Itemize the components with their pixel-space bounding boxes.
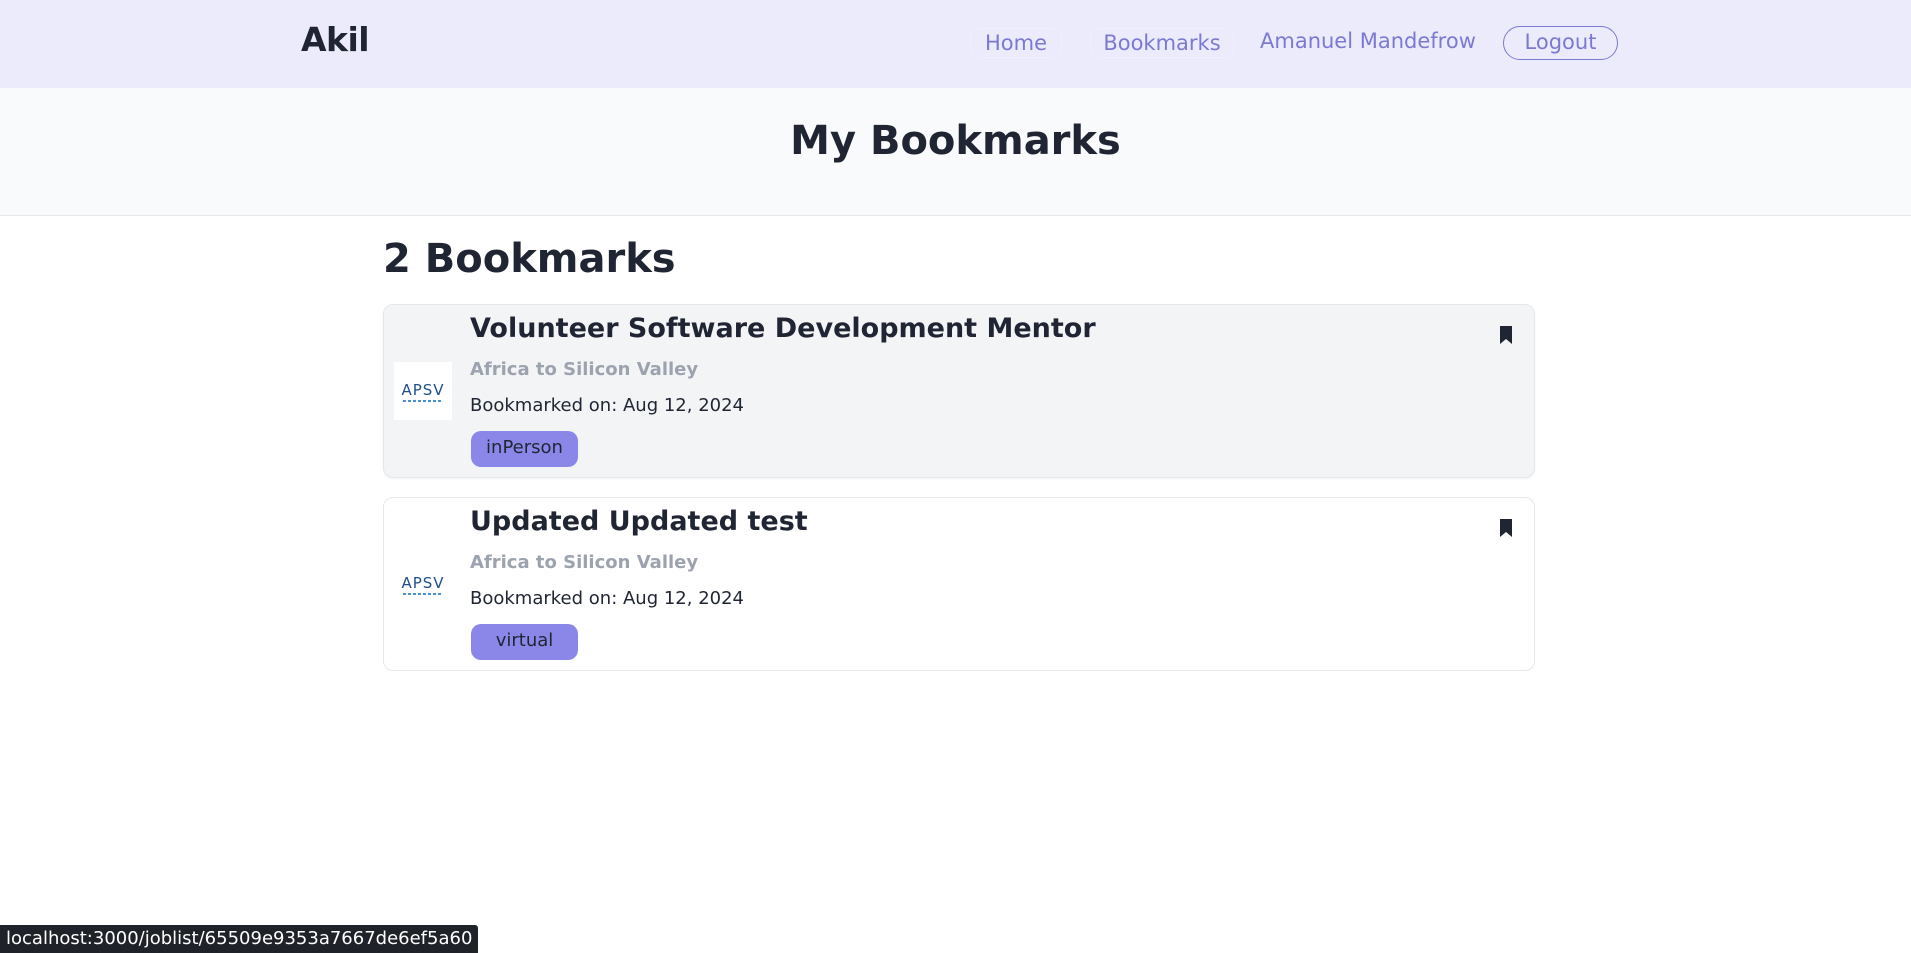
- bookmark-filled-icon[interactable]: [1496, 516, 1516, 540]
- company-logo: APSV: [394, 362, 452, 420]
- job-title[interactable]: Updated Updated test: [470, 506, 808, 537]
- company-logo-text: APSV: [401, 381, 445, 399]
- bookmark-card[interactable]: APSV Volunteer Software Development Ment…: [383, 304, 1535, 478]
- bookmark-count-heading: 2 Bookmarks: [383, 236, 676, 282]
- brand-logo[interactable]: Akil: [301, 20, 370, 59]
- job-type-tag: virtual: [471, 624, 578, 660]
- logo-underline: [403, 593, 443, 595]
- status-bar-url: localhost:3000/joblist/65509e9353a7667de…: [0, 925, 479, 953]
- company-logo-text: APSV: [401, 574, 445, 592]
- bookmark-card[interactable]: APSV Updated Updated test Africa to Sili…: [383, 497, 1535, 671]
- bookmarked-date: Bookmarked on: Aug 12, 2024: [470, 588, 744, 609]
- page-title: My Bookmarks: [790, 118, 1121, 164]
- job-type-tag: inPerson: [471, 431, 578, 467]
- company-logo: APSV: [394, 555, 452, 613]
- nav-bookmarks-link[interactable]: Bookmarks: [1090, 28, 1234, 58]
- navbar: Akil Home Bookmarks Amanuel Mandefrow Lo…: [0, 0, 1911, 88]
- job-title[interactable]: Volunteer Software Development Mentor: [470, 313, 1096, 344]
- nav-home-link[interactable]: Home: [970, 28, 1062, 58]
- logo-underline: [403, 400, 443, 402]
- page-title-band: My Bookmarks: [0, 88, 1911, 216]
- logout-button[interactable]: Logout: [1503, 26, 1618, 60]
- user-name: Amanuel Mandefrow: [1260, 29, 1476, 53]
- organization-name: Africa to Silicon Valley: [470, 359, 699, 380]
- bookmarked-date: Bookmarked on: Aug 12, 2024: [470, 395, 744, 416]
- bookmark-filled-icon[interactable]: [1496, 323, 1516, 347]
- organization-name: Africa to Silicon Valley: [470, 552, 699, 573]
